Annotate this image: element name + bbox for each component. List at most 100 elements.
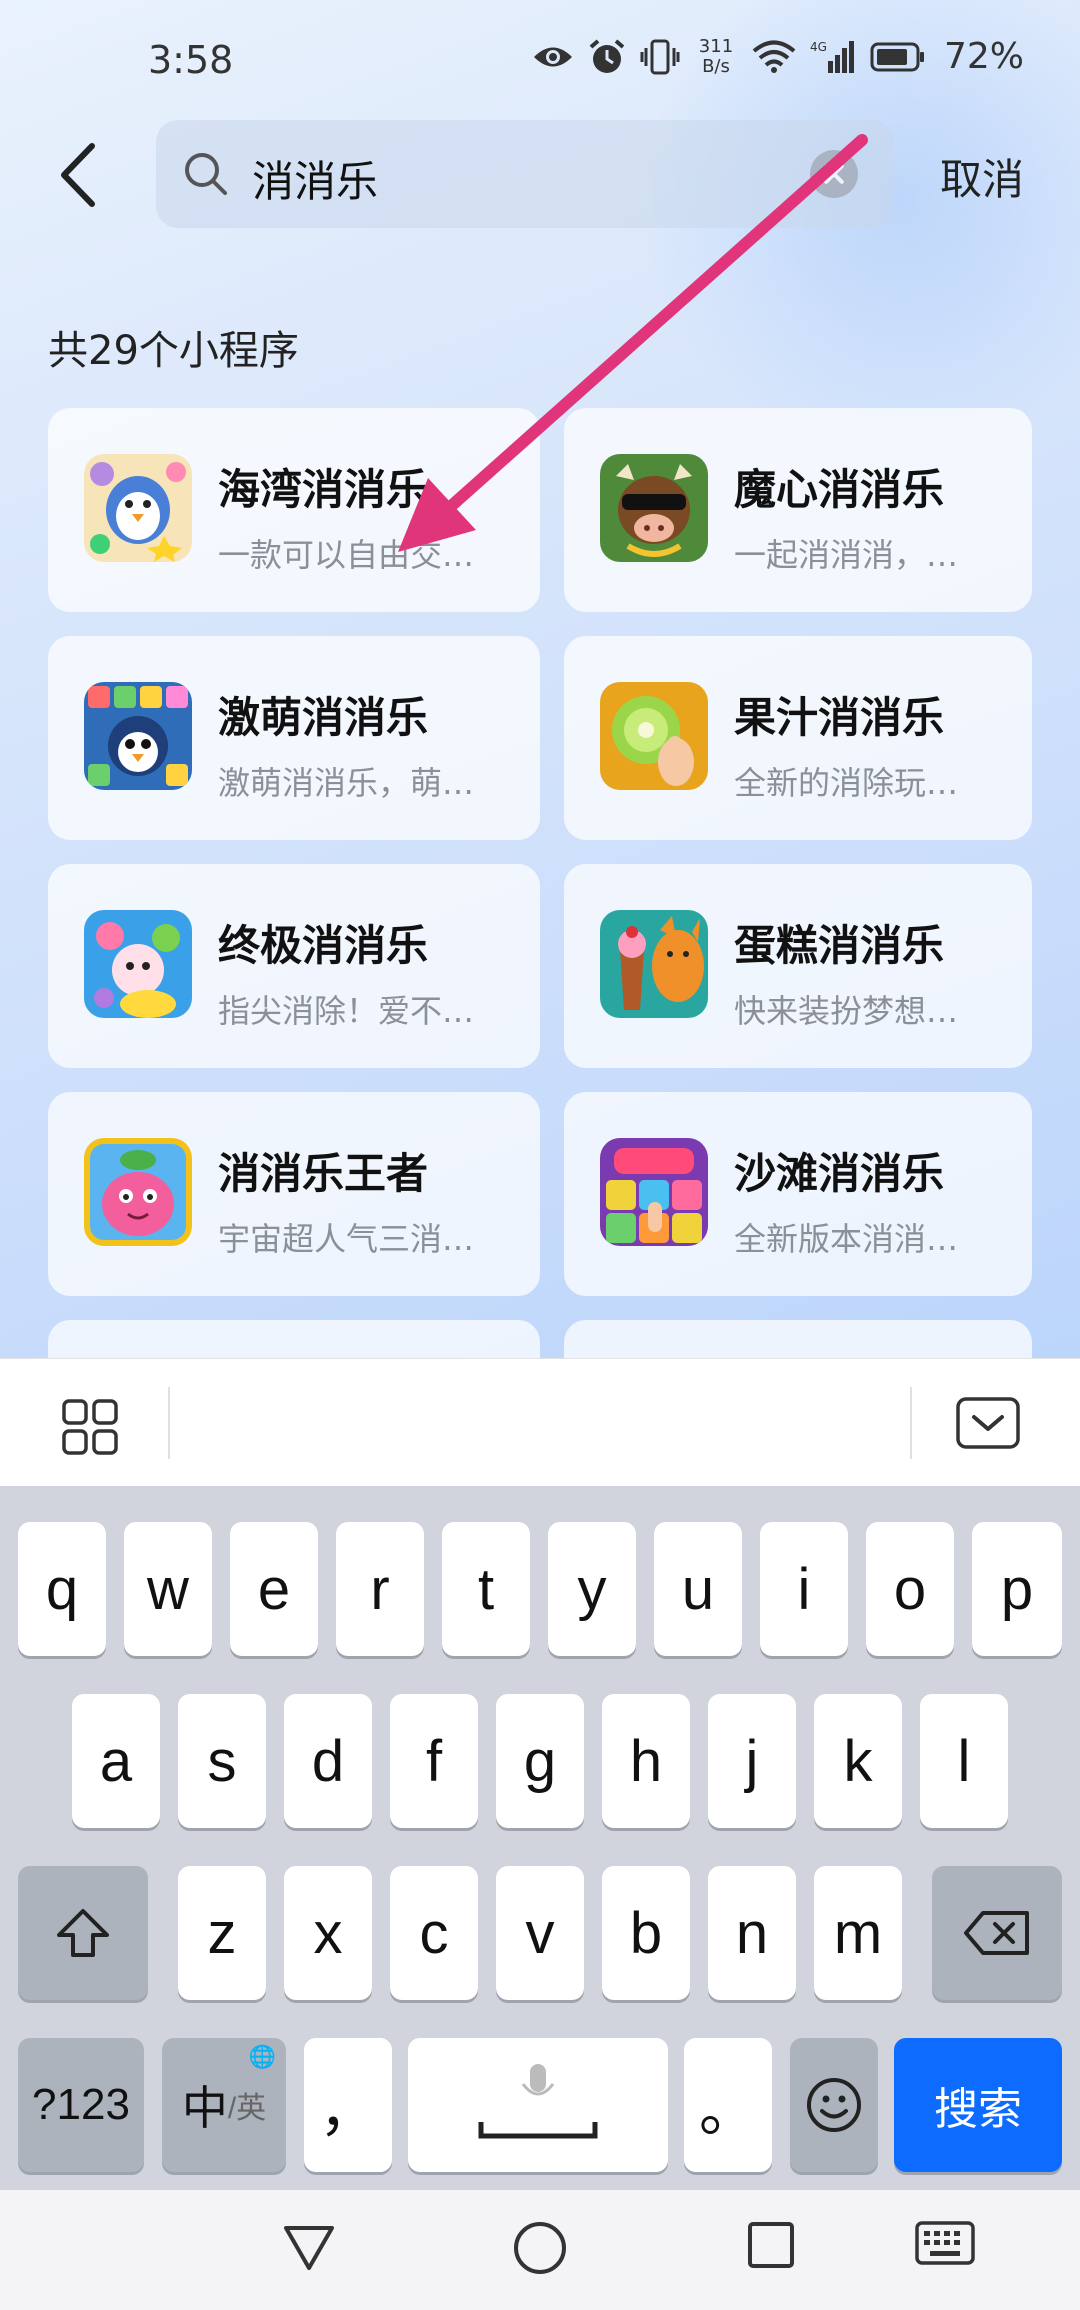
- app-name: 激萌消消乐: [218, 693, 429, 742]
- key-r[interactable]: r: [336, 1522, 424, 1656]
- app-desc: 全新的消除玩…: [734, 764, 959, 802]
- net-speed-value: 311: [698, 35, 734, 57]
- app-name: 消消乐王者: [218, 1149, 429, 1198]
- comma-key[interactable]: ，: [304, 2038, 392, 2172]
- search-key[interactable]: 搜索: [894, 2038, 1062, 2172]
- period-key[interactable]: 。: [684, 2038, 772, 2172]
- shift-icon: [57, 1909, 109, 1957]
- mini-program-card[interactable]: 沙滩消消乐 全新版本消消…: [564, 1092, 1032, 1296]
- toolbar-divider: [168, 1387, 170, 1459]
- emoji-key[interactable]: [790, 2038, 878, 2172]
- app-name: 终极消消乐: [218, 921, 429, 970]
- app-desc: 一起消消消，…: [734, 536, 959, 574]
- key-e[interactable]: e: [230, 1522, 318, 1656]
- key-v[interactable]: v: [496, 1866, 584, 2000]
- app-desc: 一款可以自由交…: [218, 536, 475, 574]
- key-z[interactable]: z: [178, 1866, 266, 2000]
- mini-program-card[interactable]: 终极消消乐 指尖消除！爱不…: [48, 864, 540, 1068]
- key-p[interactable]: p: [972, 1522, 1062, 1656]
- app-name: 蛋糕消消乐: [734, 921, 945, 970]
- symbols-key[interactable]: ?123: [18, 2038, 144, 2172]
- space-key[interactable]: [408, 2038, 668, 2172]
- result-count: 共29个小程序: [48, 328, 299, 374]
- status-time: 3:58: [148, 38, 234, 82]
- space-mic-icon: [478, 2064, 598, 2139]
- keyboard-nav-icon[interactable]: [914, 2220, 976, 2270]
- key-g[interactable]: g: [496, 1694, 584, 1828]
- battery-percent: 72%: [943, 36, 1024, 77]
- grid-menu-icon[interactable]: [62, 1399, 118, 1455]
- status-bar: 3:58 311 B/s 4G 72%: [0, 0, 1080, 120]
- key-s[interactable]: s: [178, 1694, 266, 1828]
- emoji-icon: [807, 2078, 861, 2132]
- key-w[interactable]: w: [124, 1522, 212, 1656]
- status-icons: 311 B/s 4G 72%: [532, 36, 1024, 77]
- key-k[interactable]: k: [814, 1694, 902, 1828]
- wifi-icon: [752, 40, 796, 73]
- app-name: 魔心消消乐: [734, 465, 945, 514]
- search-query-text[interactable]: 消消乐: [252, 148, 378, 209]
- beach-gems-icon: [600, 1138, 708, 1246]
- key-c[interactable]: c: [390, 1866, 478, 2000]
- recents-nav-icon[interactable]: [746, 2220, 796, 2270]
- signal-icon: 4G: [810, 40, 854, 73]
- key-n[interactable]: n: [708, 1866, 796, 2000]
- pink-blob-icon: [84, 1138, 192, 1246]
- language-switch-key[interactable]: 中/英 🌐: [162, 2038, 286, 2172]
- lang-main-label: 中: [181, 2081, 228, 2135]
- key-o[interactable]: o: [866, 1522, 954, 1656]
- keyboard: q w e r t y u i o p a s d f g h j k l z …: [0, 1486, 1080, 2190]
- back-button[interactable]: [50, 140, 110, 210]
- key-h[interactable]: h: [602, 1694, 690, 1828]
- toolbar-divider: [910, 1387, 912, 1459]
- search-input[interactable]: 消消乐: [156, 120, 894, 228]
- key-u[interactable]: u: [654, 1522, 742, 1656]
- fox-cake-icon: [600, 910, 708, 1018]
- key-m[interactable]: m: [814, 1866, 902, 2000]
- navigation-bar: [0, 2190, 1080, 2310]
- mini-program-card[interactable]: 消消乐王者 宇宙超人气三消…: [48, 1092, 540, 1296]
- mini-program-card[interactable]: 海湾消消乐 一款可以自由交…: [48, 408, 540, 612]
- key-t[interactable]: t: [442, 1522, 530, 1656]
- mini-program-card[interactable]: 魔心消消乐 一起消消消，…: [564, 408, 1032, 612]
- mini-program-card[interactable]: 激萌消消乐 激萌消消乐，萌…: [48, 636, 540, 840]
- kiwi-fruit-icon: [600, 682, 708, 790]
- back-nav-icon[interactable]: [282, 2220, 336, 2274]
- penguin-candy-icon: [84, 454, 192, 562]
- app-desc: 指尖消除！爱不…: [218, 992, 475, 1030]
- search-icon: [185, 153, 227, 195]
- cancel-button[interactable]: 取消: [940, 146, 1024, 207]
- key-a[interactable]: a: [72, 1694, 160, 1828]
- mini-program-card[interactable]: 蛋糕消消乐 快来装扮梦想…: [564, 864, 1032, 1068]
- net-speed: 311 B/s: [694, 35, 738, 77]
- key-i[interactable]: i: [760, 1522, 848, 1656]
- key-b[interactable]: b: [602, 1866, 690, 2000]
- key-l[interactable]: l: [920, 1694, 1008, 1828]
- key-q[interactable]: q: [18, 1522, 106, 1656]
- app-desc: 激萌消消乐，萌…: [218, 764, 475, 802]
- battery-icon: [870, 42, 924, 71]
- key-d[interactable]: d: [284, 1694, 372, 1828]
- globe-icon: 🌐: [248, 2044, 276, 2069]
- clear-icon[interactable]: [810, 150, 858, 198]
- net-speed-unit: B/s: [702, 55, 730, 77]
- key-y[interactable]: y: [548, 1522, 636, 1656]
- lang-alt-label: /英: [227, 2092, 267, 2125]
- backspace-icon: [964, 1911, 1029, 1955]
- app-name: 沙滩消消乐: [734, 1149, 945, 1198]
- svg-text:4G: 4G: [810, 40, 827, 54]
- key-x[interactable]: x: [284, 1866, 372, 2000]
- keyboard-toolbar: [0, 1358, 1080, 1486]
- key-j[interactable]: j: [708, 1694, 796, 1828]
- app-desc: 快来装扮梦想…: [734, 992, 959, 1030]
- eye-icon: [533, 47, 572, 66]
- key-f[interactable]: f: [390, 1694, 478, 1828]
- alarm-icon: [589, 38, 625, 73]
- app-name: 果汁消消乐: [734, 693, 945, 742]
- home-nav-icon[interactable]: [512, 2220, 568, 2276]
- hide-keyboard-icon[interactable]: [956, 1397, 1020, 1449]
- backspace-key[interactable]: [932, 1866, 1062, 2000]
- app-desc: 宇宙超人气三消…: [218, 1220, 475, 1258]
- mini-program-card[interactable]: 果汁消消乐 全新的消除玩…: [564, 636, 1032, 840]
- shift-key[interactable]: [18, 1866, 148, 2000]
